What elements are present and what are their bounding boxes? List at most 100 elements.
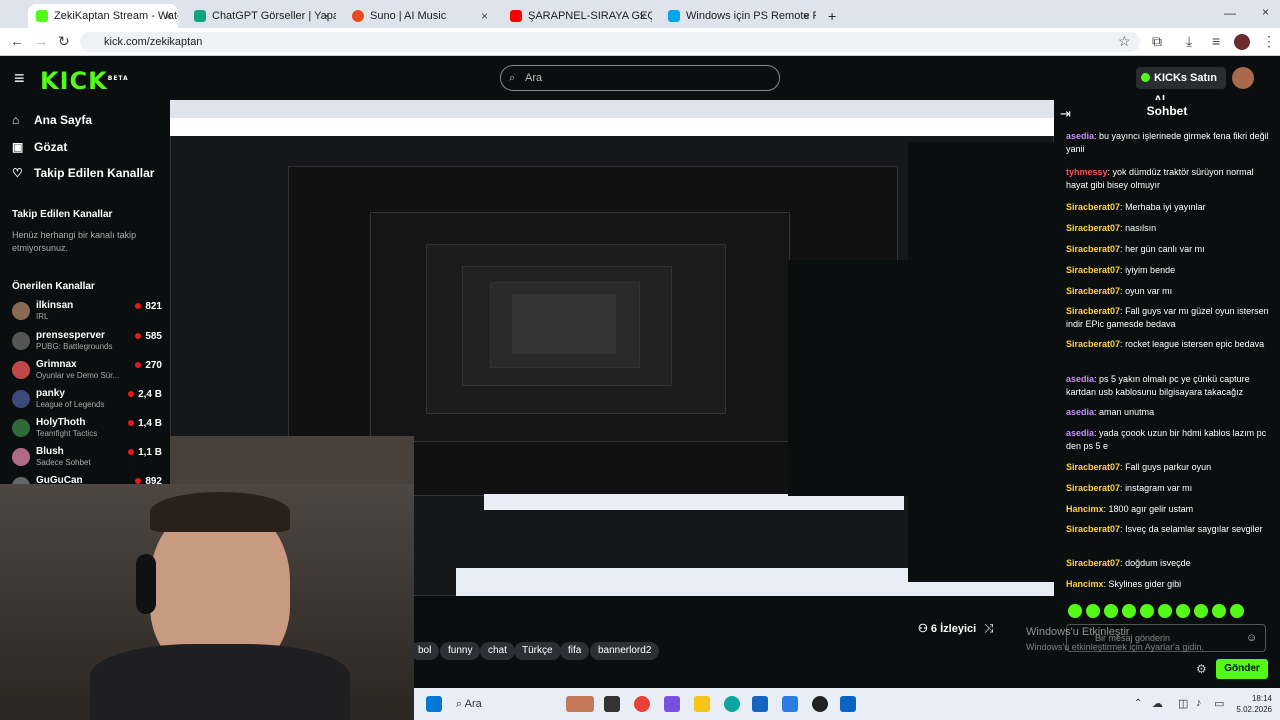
window-close-icon[interactable]: × — [1262, 5, 1269, 19]
chat-username[interactable]: Siracberat07 — [1066, 265, 1120, 275]
sidebar-item-following[interactable]: ♡ Takip Edilen Kanallar — [12, 166, 154, 180]
send-button[interactable]: Gönder — [1216, 659, 1268, 679]
chat-username[interactable]: Siracberat07 — [1066, 202, 1120, 212]
chat-username[interactable]: Hancimx — [1066, 579, 1104, 589]
chat-message: Siracberat07: Fall guys var mı güzel oyu… — [1066, 306, 1269, 329]
chat-username[interactable]: asedia — [1066, 131, 1094, 141]
channel-item[interactable]: prensesperver PUBG: Battlegrounds 585 — [12, 330, 162, 356]
tag-chip[interactable]: chat — [480, 642, 515, 660]
tag-chip[interactable]: fifa — [560, 642, 590, 660]
close-icon[interactable]: × — [165, 9, 172, 23]
buy-kicks-button[interactable]: KICKs Satın Al — [1136, 67, 1226, 106]
emoji-icon[interactable]: ☺ — [1246, 632, 1257, 644]
battery-icon[interactable]: ▭ — [1214, 697, 1224, 710]
tray-chevron-icon[interactable]: ⌃ — [1134, 698, 1142, 709]
chat-text: Skylines gider gibi — [1108, 579, 1182, 589]
app-icon[interactable] — [840, 696, 856, 712]
minimize-icon[interactable]: — — [1224, 6, 1236, 20]
extensions-icon[interactable]: ⧉ — [1152, 33, 1162, 50]
channel-item[interactable]: panky League of Legends 2,4 B — [12, 388, 162, 414]
channel-item[interactable]: HolyThoth Teamfight Tactics 1,4 B — [12, 417, 162, 443]
chat-username[interactable]: Siracberat07 — [1066, 244, 1120, 254]
chat-username[interactable]: Siracberat07 — [1066, 483, 1120, 493]
reload-icon[interactable]: ↻ — [58, 33, 70, 50]
more-icon[interactable]: ⋮ — [1262, 33, 1276, 50]
chat-username[interactable]: asedia — [1066, 428, 1094, 438]
chat-username[interactable]: asedia — [1066, 407, 1094, 417]
bookmark-star-icon[interactable]: ☆ — [1118, 33, 1131, 50]
task-view-icon[interactable] — [604, 696, 620, 712]
browse-icon: ▣ — [12, 140, 24, 154]
emote-icon[interactable] — [1158, 604, 1172, 618]
copilot-icon[interactable] — [664, 696, 680, 712]
avatar — [12, 332, 30, 350]
chat-username[interactable]: Siracberat07 — [1066, 462, 1120, 472]
emote-icon[interactable] — [1086, 604, 1100, 618]
back-icon[interactable]: ← — [10, 33, 24, 49]
tab-ps-remote-play[interactable]: Windows için PS Remote Play × — [660, 4, 816, 28]
emote-icon[interactable] — [1212, 604, 1226, 618]
kick-logo[interactable]: KICKBETA — [40, 67, 129, 95]
tab-kick[interactable]: ZekiKaptan Stream - Watch Live × — [28, 4, 178, 28]
close-icon[interactable]: × — [481, 9, 488, 23]
forward-icon[interactable]: → — [34, 33, 48, 49]
network-icon[interactable]: ◫ — [1178, 697, 1188, 710]
emote-icon[interactable] — [1140, 604, 1154, 618]
profile-avatar[interactable] — [1234, 34, 1250, 50]
volume-icon[interactable]: ♪ — [1196, 697, 1202, 709]
close-icon[interactable]: × — [323, 9, 330, 23]
user-avatar[interactable] — [1232, 67, 1254, 89]
channel-item[interactable]: ilkinsan IRL 821 — [12, 300, 162, 326]
emote-icon[interactable] — [1176, 604, 1190, 618]
tab-youtube[interactable]: ŞARAPNEL-SIRAYA GEÇ - YouTube × — [502, 4, 652, 28]
hamburger-menu-icon[interactable]: ≡ — [14, 68, 25, 89]
chat-username[interactable]: Siracberat07 — [1066, 558, 1120, 568]
channel-item[interactable]: Grimnax Oyunlar ve Demo Sür... 270 — [12, 359, 162, 385]
file-explorer-icon[interactable] — [694, 696, 710, 712]
sidebar-item-browse[interactable]: ▣ Gözat — [12, 140, 67, 154]
chat-username[interactable]: Siracberat07 — [1066, 223, 1120, 233]
cloud-icon[interactable]: ☁ — [1152, 697, 1163, 710]
menu-list-icon[interactable]: ≡ — [1212, 33, 1220, 49]
vscode-icon[interactable] — [782, 696, 798, 712]
tag-chip[interactable]: funny — [440, 642, 481, 660]
widget-icon[interactable] — [566, 696, 594, 712]
avatar — [12, 419, 30, 437]
edge-icon[interactable] — [724, 696, 740, 712]
followed-empty-text: Henüz herhangi bir kanalı takip etmiyors… — [12, 230, 137, 253]
chat-username[interactable]: Siracberat07 — [1066, 286, 1120, 296]
emote-icon[interactable] — [1068, 604, 1082, 618]
new-tab-button[interactable]: + — [820, 4, 840, 28]
chat-username[interactable]: Siracberat07 — [1066, 524, 1120, 534]
close-icon[interactable]: × — [803, 9, 810, 23]
chat-username[interactable]: tyhmessy — [1066, 167, 1108, 177]
taskbar-clock[interactable]: 18:14 5.02.2026 — [1232, 693, 1272, 715]
tab-suno[interactable]: Suno | AI Music × — [344, 4, 494, 28]
windows-start-icon[interactable] — [426, 696, 442, 712]
chrome-icon[interactable] — [634, 696, 650, 712]
emote-icon[interactable] — [1122, 604, 1136, 618]
emote-icon[interactable] — [1230, 604, 1244, 618]
close-icon[interactable]: × — [639, 9, 646, 23]
chat-username[interactable]: Siracberat07 — [1066, 306, 1120, 316]
channel-item[interactable]: Blush Sadece Sohbet 1,1 B — [12, 446, 162, 472]
chat-username[interactable]: Siracberat07 — [1066, 339, 1120, 349]
tag-chip[interactable]: Türkçe — [514, 642, 561, 660]
chat-username[interactable]: Hancimx — [1066, 504, 1104, 514]
taskbar-search[interactable]: ⌕ Ara — [456, 698, 482, 711]
download-icon[interactable]: ⤓ — [1186, 33, 1192, 50]
tag-chip[interactable]: bannerlord2 — [590, 642, 660, 660]
store-icon[interactable] — [752, 696, 768, 712]
chat-text: rocket league istersen epic bedava — [1125, 339, 1265, 349]
tag-chip[interactable]: bol — [410, 642, 440, 660]
obs-icon[interactable] — [812, 696, 828, 712]
search-input[interactable]: ⌕ Ara — [500, 65, 780, 91]
emote-icon[interactable] — [1194, 604, 1208, 618]
emote-icon[interactable] — [1104, 604, 1118, 618]
tab-chatgpt[interactable]: ChatGPT Görseller | Yapay Zekâ × — [186, 4, 336, 28]
share-icon[interactable]: ⤨ — [984, 621, 994, 636]
url-field[interactable]: kick.com/zekikaptan — [80, 32, 1140, 52]
sidebar-item-home[interactable]: ⌂ Ana Sayfa — [12, 113, 92, 127]
chat-username[interactable]: asedia — [1066, 374, 1094, 384]
settings-gear-icon[interactable]: ⚙ — [1196, 662, 1207, 676]
